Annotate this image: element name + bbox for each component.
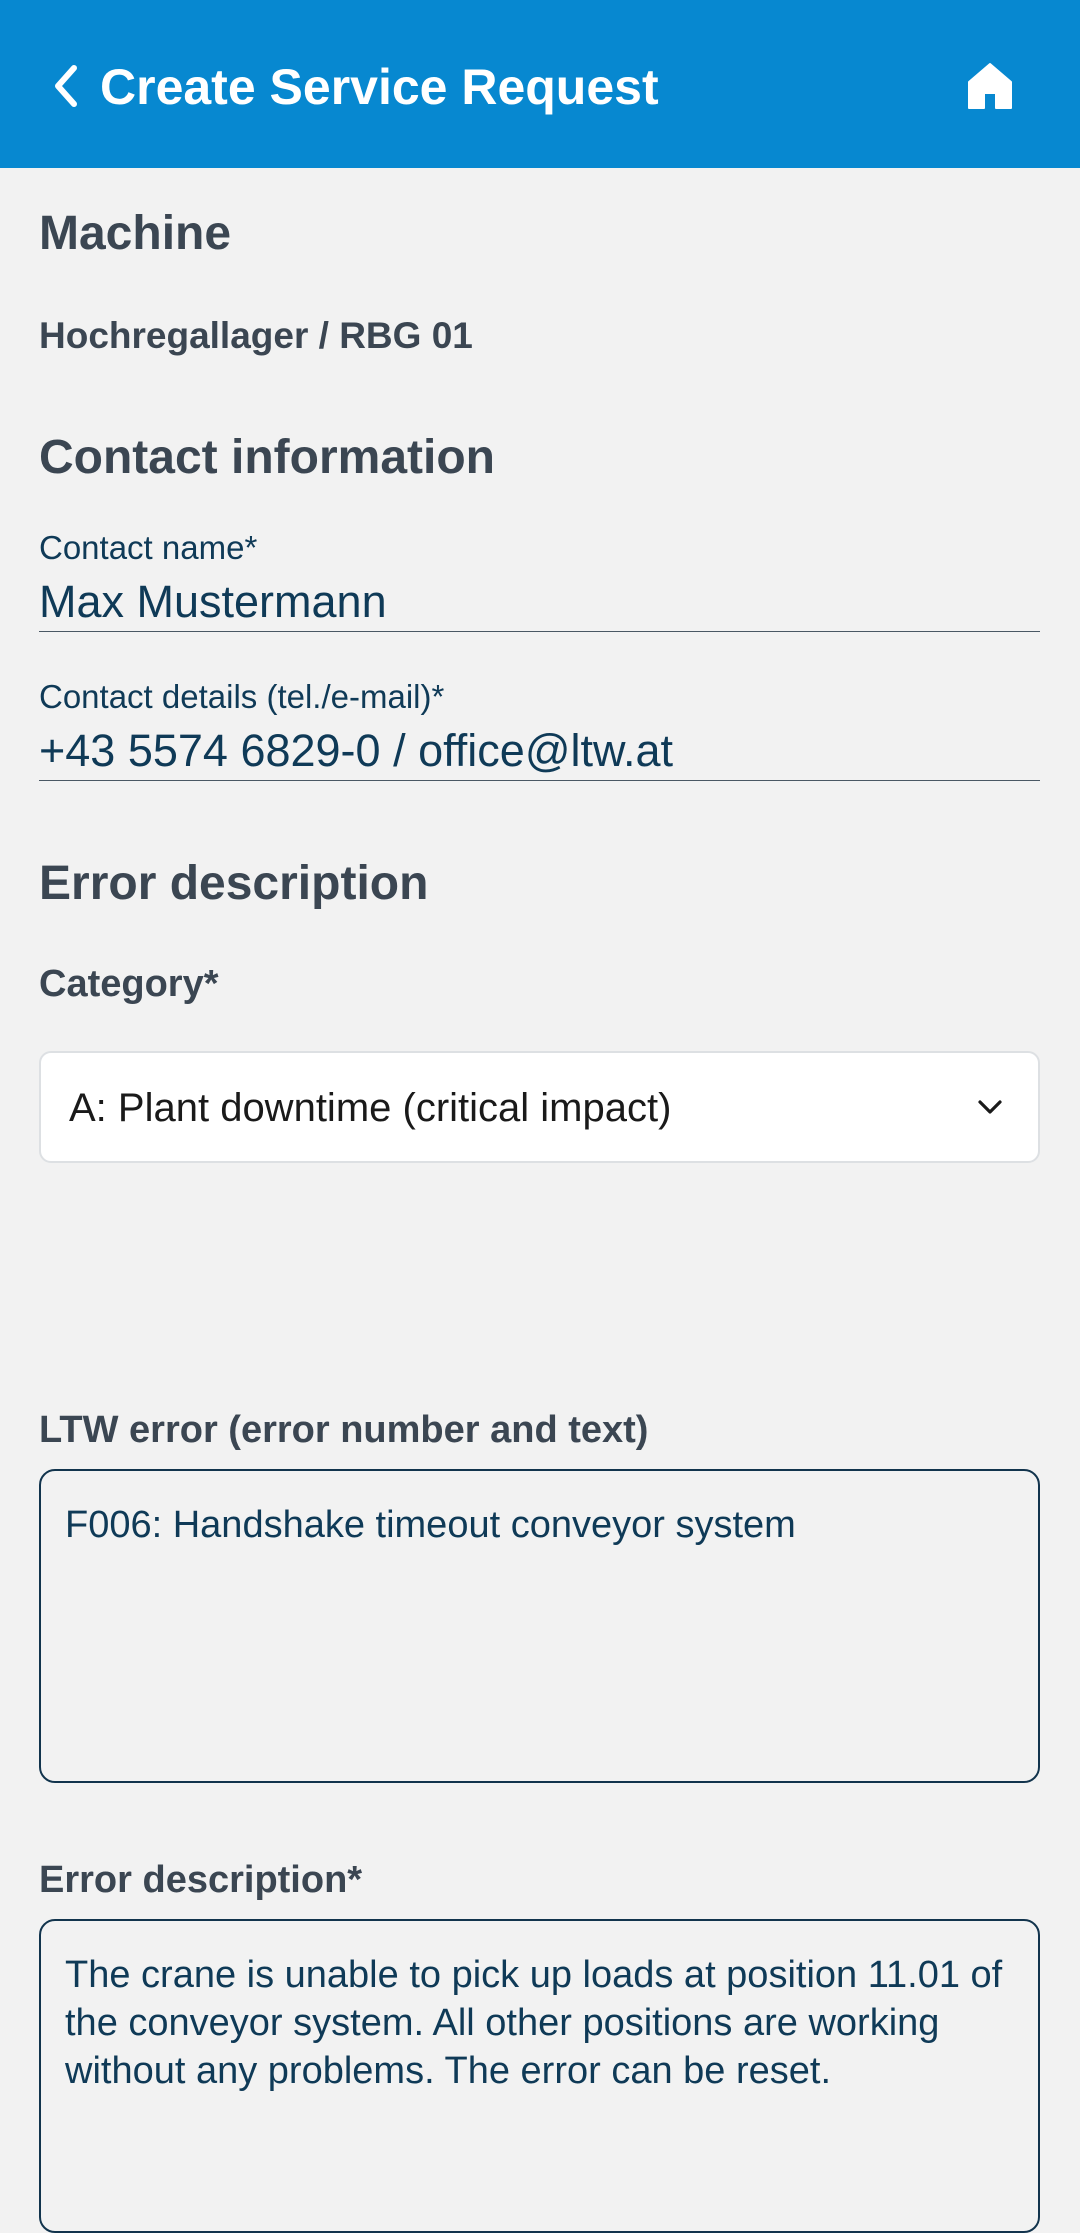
category-select[interactable]: A: Plant downtime (critical impact) <box>39 1051 1040 1163</box>
error-heading: Error description <box>39 857 429 910</box>
contact-details-label: Contact details (tel./e-mail)* <box>39 678 445 715</box>
ltw-error-textarea[interactable]: F006: Handshake timeout conveyor system <box>39 1469 1040 1783</box>
category-selected-value: A: Plant downtime (critical impact) <box>69 1086 672 1130</box>
app-bar: Create Service Request <box>0 0 1080 168</box>
machine-heading: Machine <box>39 207 232 260</box>
chevron-left-icon <box>55 65 77 107</box>
chevron-down-icon <box>978 1100 1002 1114</box>
page-title: Create Service Request <box>100 59 659 115</box>
home-icon <box>968 63 1012 109</box>
contact-name-field[interactable] <box>39 572 1040 632</box>
machine-value: Hochregallager / RBG 01 <box>39 315 473 356</box>
ltw-error-label: LTW error (error number and text) <box>39 1409 649 1451</box>
error-description-textarea[interactable]: The crane is unable to pick up loads at … <box>39 1919 1040 2233</box>
error-description-label: Error description* <box>39 1859 363 1901</box>
category-label: Category* <box>39 963 219 1005</box>
home-button[interactable] <box>960 56 1020 116</box>
back-button[interactable] <box>40 54 90 118</box>
contact-details-field[interactable] <box>39 721 1040 781</box>
contact-name-label: Contact name* <box>39 529 258 566</box>
contact-heading: Contact information <box>39 431 495 484</box>
